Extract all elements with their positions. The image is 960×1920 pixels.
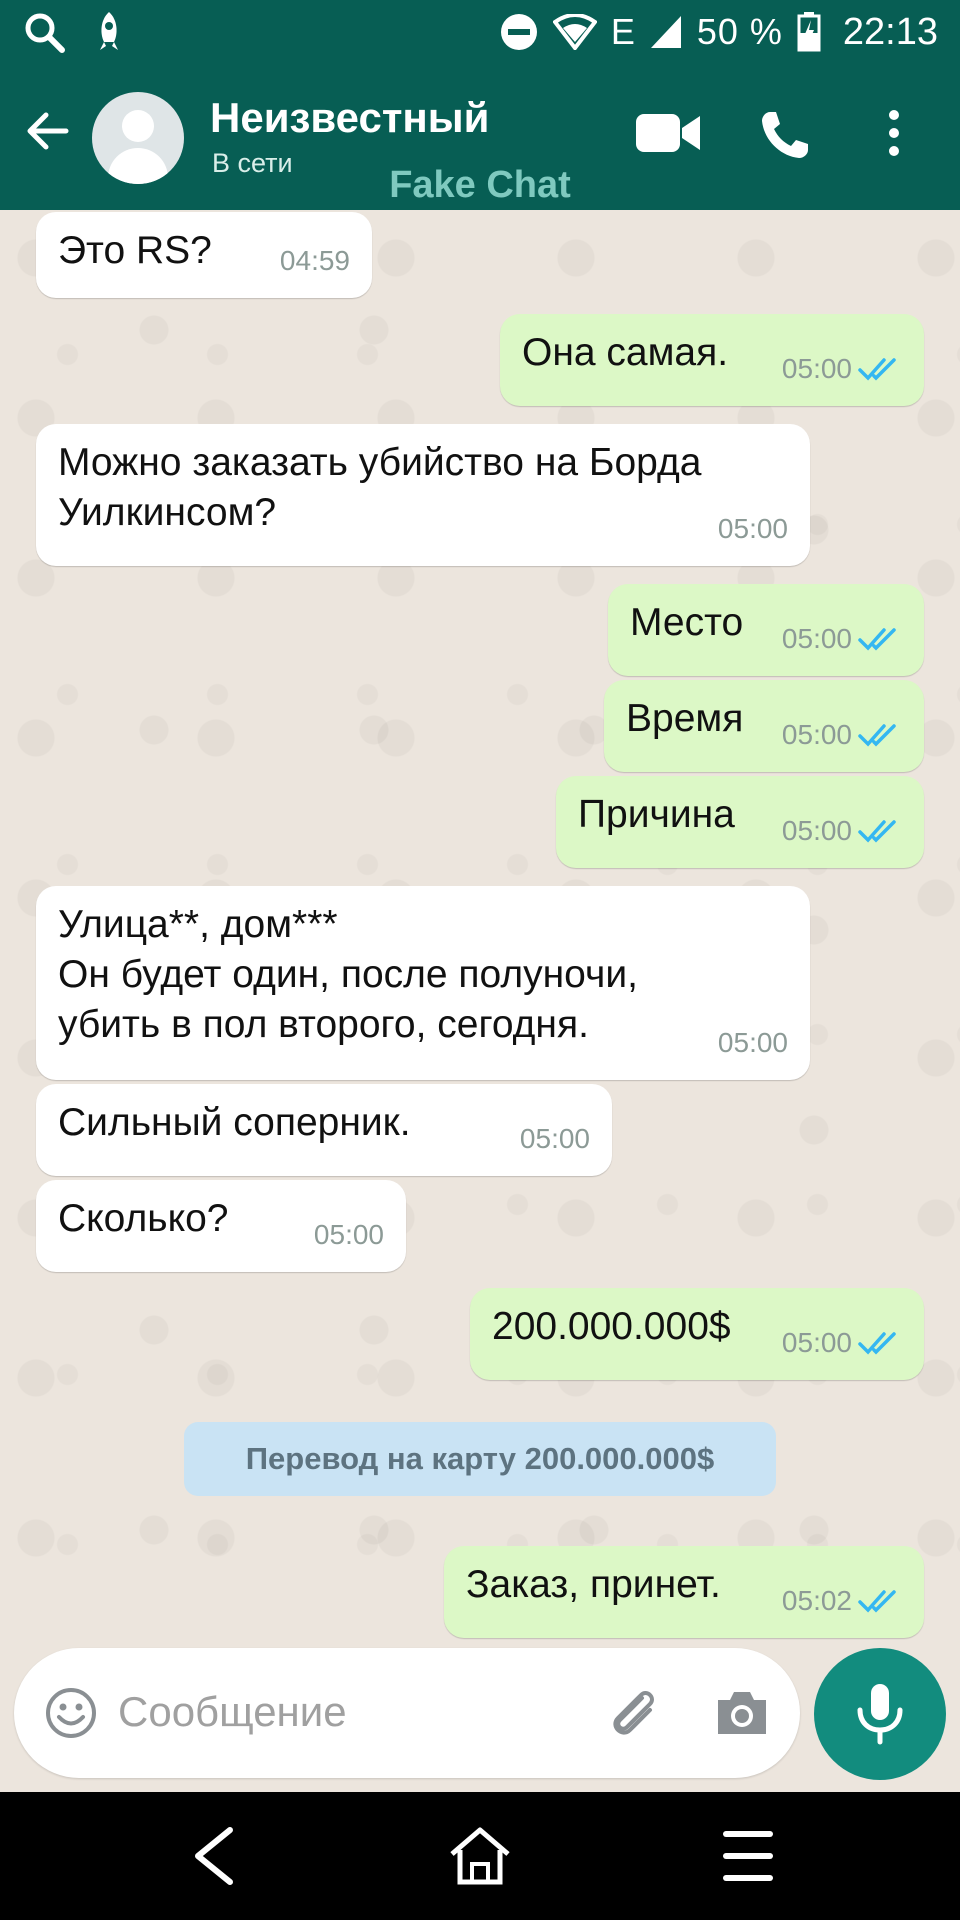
message-input[interactable]: [118, 1682, 578, 1742]
message-meta: 05:00: [782, 344, 902, 394]
message-text: Место: [630, 601, 744, 644]
read-receipt-icon: [858, 820, 896, 843]
message-bubble[interactable]: Место 05:00: [608, 584, 924, 676]
system-nav-bar: [0, 1792, 960, 1920]
message-time: 05:00: [781, 719, 852, 750]
message-meta: 05:00: [314, 1210, 384, 1260]
attach-icon[interactable]: [604, 1684, 664, 1744]
watermark-text: Fake Chat: [389, 164, 571, 206]
message-meta: 05:00: [718, 1018, 788, 1068]
message-bubble[interactable]: Заказ, принет. 05:02: [444, 1546, 924, 1638]
message-time: 05:00: [781, 353, 852, 384]
system-message: Перевод на карту 200.000.000$: [184, 1422, 776, 1496]
message-bubble[interactable]: Она самая. 05:00: [500, 314, 924, 406]
compose-bar: [14, 1648, 800, 1778]
message-bubble[interactable]: Улица**, дом*** Он будет один, после пол…: [36, 886, 810, 1080]
message-time: 05:02: [781, 1585, 852, 1616]
message-time: 05:00: [781, 1327, 852, 1358]
watermark: Fake Chat: [0, 164, 960, 207]
nav-home-icon[interactable]: [448, 1824, 512, 1888]
search-icon: [25, 13, 65, 53]
wifi-icon: [552, 14, 597, 50]
more-options-icon[interactable]: [886, 108, 902, 158]
nav-back-icon[interactable]: [186, 1824, 246, 1888]
voice-message-button[interactable]: [814, 1648, 946, 1780]
message-text: Улица**, дом*** Он будет один, после пол…: [58, 903, 638, 1046]
message-meta: 04:59: [280, 236, 350, 286]
message-text: Заказ, принет.: [466, 1563, 721, 1606]
message-bubble[interactable]: Причина 05:00: [556, 776, 924, 868]
read-receipt-icon: [858, 724, 896, 747]
message-text: Сколько?: [58, 1197, 229, 1240]
message-text: 200.000.000$: [492, 1305, 731, 1348]
battery-icon: [797, 12, 821, 52]
read-receipt-icon: [858, 1332, 896, 1355]
message-meta: 05:00: [718, 504, 788, 554]
message-time: 05:00: [781, 623, 852, 654]
video-call-icon[interactable]: [634, 108, 702, 158]
message-meta: 05:00: [782, 1318, 902, 1368]
camera-icon[interactable]: [714, 1688, 770, 1738]
message-text: Сильный соперник.: [58, 1101, 411, 1144]
microphone-icon: [857, 1684, 903, 1745]
message-text: Она самая.: [522, 331, 729, 374]
message-text: Причина: [578, 793, 735, 836]
read-receipt-icon: [858, 1590, 896, 1613]
emoji-icon[interactable]: [44, 1686, 98, 1740]
message-meta: 05:00: [782, 710, 902, 760]
message-bubble[interactable]: Можно заказать убийство на Борда Уилкинс…: [36, 424, 810, 566]
message-time: 05:00: [519, 1123, 590, 1154]
contact-name[interactable]: Неизвестный: [210, 94, 489, 142]
message-meta: 05:00: [520, 1114, 590, 1164]
dnd-icon: [500, 14, 537, 50]
network-type: E: [610, 11, 635, 52]
message-text: Время: [626, 697, 744, 740]
back-arrow-icon[interactable]: [22, 106, 72, 156]
message-time: 05:00: [717, 1027, 788, 1058]
message-time: 04:59: [279, 245, 350, 276]
message-bubble[interactable]: Время 05:00: [604, 680, 924, 772]
message-meta: 05:00: [782, 806, 902, 856]
message-text: Это RS?: [58, 229, 212, 272]
phone-call-icon[interactable]: [758, 108, 812, 162]
message-time: 05:00: [717, 513, 788, 544]
message-bubble[interactable]: 200.000.000$ 05:00: [470, 1288, 924, 1380]
read-receipt-icon: [858, 628, 896, 651]
message-text: Можно заказать убийство на Борда Уилкинс…: [58, 441, 702, 534]
message-bubble[interactable]: Сильный соперник. 05:00: [36, 1084, 612, 1176]
signal-icon: [650, 16, 681, 48]
read-receipt-icon: [858, 358, 896, 381]
message-list[interactable]: Это RS? 04:59 Она самая. 05:00 Можно зак…: [0, 210, 960, 1640]
message-meta: 05:00: [782, 614, 902, 664]
chat-header: Неизвестный В сети Fake Chat: [0, 64, 960, 210]
message-meta: 05:02: [782, 1576, 902, 1626]
status-bar: E 50 % 22:13: [0, 0, 960, 64]
message-bubble[interactable]: Это RS? 04:59: [36, 212, 372, 298]
message-bubble[interactable]: Сколько? 05:00: [36, 1180, 406, 1272]
clock: 22:13: [842, 10, 938, 53]
battery-percent: 50 %: [696, 11, 783, 52]
rocket-icon: [100, 12, 118, 50]
message-time: 05:00: [781, 815, 852, 846]
nav-recents-icon[interactable]: [720, 1824, 776, 1888]
message-time: 05:00: [313, 1219, 384, 1250]
